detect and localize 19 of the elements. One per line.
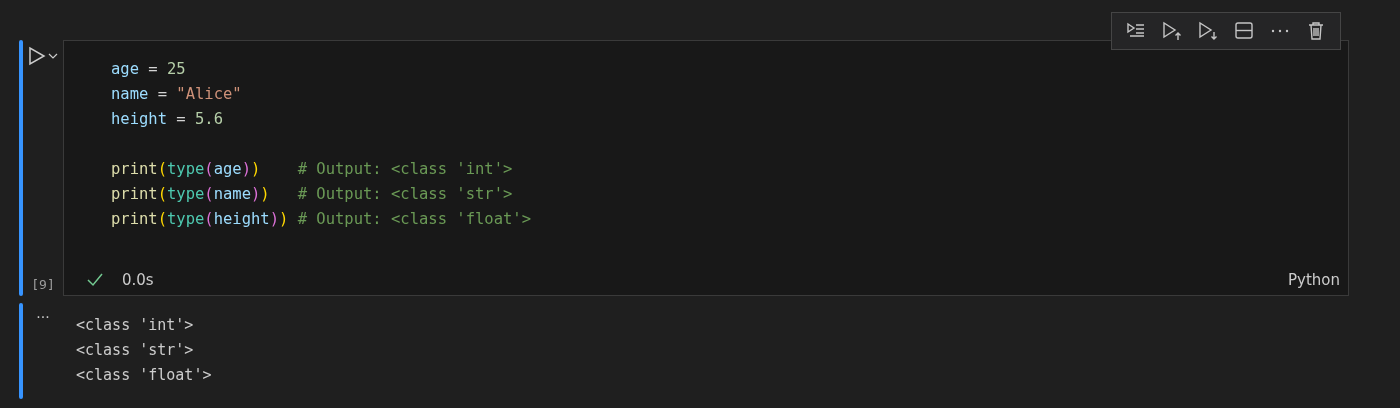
output-menu-dots[interactable]: ··· — [23, 303, 63, 399]
run-above-icon — [1161, 20, 1183, 42]
code-line: print(type(height)) # Output: <class 'float'> — [111, 209, 532, 230]
code-line: name = "Alice" — [111, 84, 243, 105]
code-line: print(type(age)) # Output: <class 'int'> — [111, 159, 514, 180]
more-icon — [1271, 29, 1289, 33]
run-below-icon — [1197, 20, 1219, 42]
execution-time: 0.0s — [122, 271, 154, 289]
output-line: <class 'int'> — [76, 315, 195, 336]
language-label[interactable]: Python — [1288, 271, 1340, 289]
run-cell-icon[interactable] — [28, 46, 46, 66]
execution-count: [9] — [31, 277, 55, 292]
output-line: <class 'float'> — [76, 365, 212, 386]
split-cell-icon — [1233, 20, 1255, 42]
output-line: <class 'str'> — [76, 340, 195, 361]
code-line: age = 25 — [111, 59, 187, 80]
code-line: height = 5.6 — [111, 109, 224, 130]
code-line: print(type(name)) # Output: <class 'str'> — [111, 184, 514, 205]
chevron-down-icon[interactable] — [48, 52, 58, 60]
